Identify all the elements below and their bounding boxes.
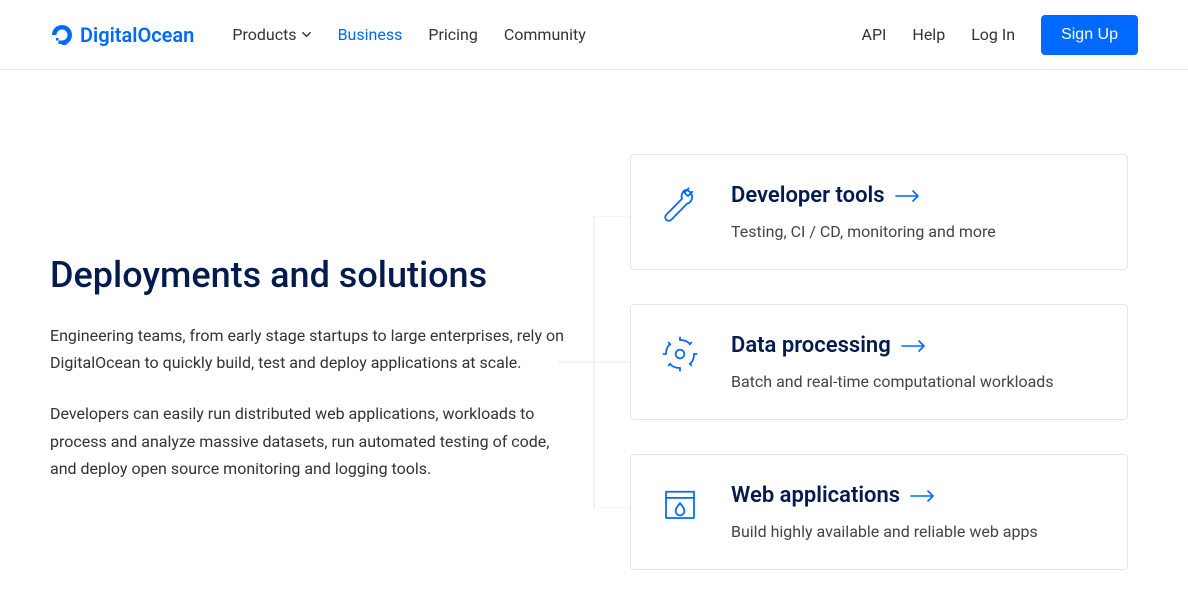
digitalocean-logo-icon: [50, 23, 74, 47]
section-heading: Deployments and solutions: [50, 254, 570, 296]
card-title: Developer tools: [731, 183, 1097, 208]
card-body: Developer tools Testing, CI / CD, monito…: [731, 183, 1097, 241]
card-web-applications[interactable]: Web applications Build highly available …: [630, 454, 1128, 570]
main-content: Deployments and solutions Engineering te…: [0, 70, 1188, 610]
chevron-down-icon: [301, 25, 312, 44]
nav-products[interactable]: Products: [232, 25, 311, 44]
browser-droplet-icon: [659, 483, 701, 525]
card-body: Data processing Batch and real-time comp…: [731, 333, 1097, 391]
arrow-right-icon: [901, 339, 927, 353]
arrow-right-icon: [895, 189, 921, 203]
nav-community[interactable]: Community: [504, 25, 586, 44]
card-data-processing[interactable]: Data processing Batch and real-time comp…: [630, 304, 1128, 420]
signup-button[interactable]: Sign Up: [1041, 15, 1138, 55]
logo-link[interactable]: DigitalOcean: [50, 23, 194, 47]
card-desc: Build highly available and reliable web …: [731, 522, 1097, 541]
nav-api[interactable]: API: [862, 25, 887, 44]
section-paragraph-1: Engineering teams, from early stage star…: [50, 322, 570, 376]
gear-icon: [659, 333, 701, 375]
card-developer-tools[interactable]: Developer tools Testing, CI / CD, monito…: [630, 154, 1128, 270]
nav-login[interactable]: Log In: [971, 25, 1015, 44]
card-title: Web applications: [731, 483, 1097, 508]
brand-name: DigitalOcean: [80, 23, 194, 47]
nav-pricing[interactable]: Pricing: [428, 25, 478, 44]
text-column: Deployments and solutions Engineering te…: [50, 154, 570, 570]
section-paragraph-2: Developers can easily run distributed we…: [50, 400, 570, 482]
card-desc: Batch and real-time computational worklo…: [731, 372, 1097, 391]
nav-help[interactable]: Help: [912, 25, 945, 44]
nav-business[interactable]: Business: [338, 25, 403, 44]
nav-links: Products Business Pricing Community: [232, 25, 585, 44]
card-title: Data processing: [731, 333, 1097, 358]
top-nav: DigitalOcean Products Business Pricing C…: [0, 0, 1188, 70]
card-body: Web applications Build highly available …: [731, 483, 1097, 541]
cards-column: Developer tools Testing, CI / CD, monito…: [630, 154, 1128, 570]
wrench-icon: [659, 183, 701, 225]
nav-left-group: DigitalOcean Products Business Pricing C…: [50, 23, 586, 47]
nav-right-group: API Help Log In Sign Up: [862, 15, 1138, 55]
arrow-right-icon: [910, 489, 936, 503]
card-desc: Testing, CI / CD, monitoring and more: [731, 222, 1097, 241]
